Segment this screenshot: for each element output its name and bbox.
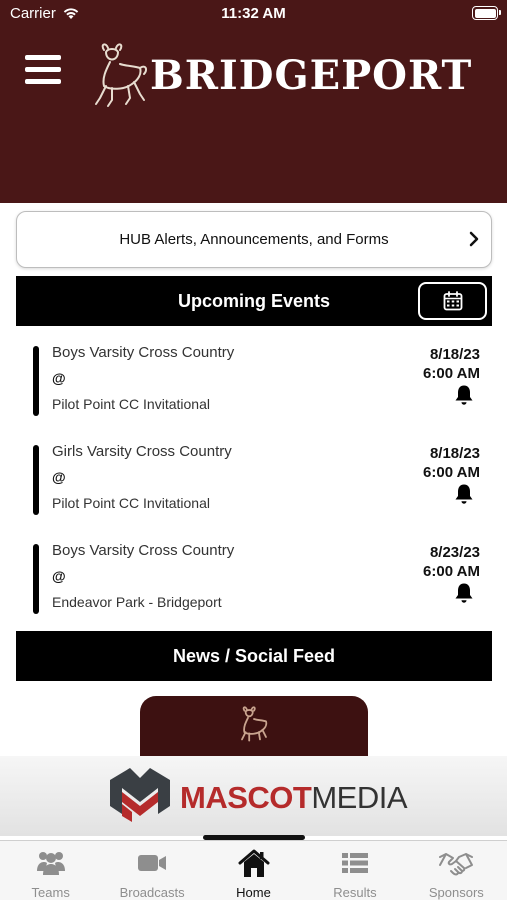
upcoming-events-title: Upcoming Events (177, 290, 331, 311)
hub-alerts-label: HUB Alerts, Announcements, and Forms (119, 231, 389, 248)
tab-broadcasts[interactable]: Broadcasts (101, 841, 202, 900)
tab-teams[interactable]: Teams (0, 841, 101, 900)
event-time: 6:00 AM (423, 563, 480, 580)
event-location: Pilot Point CC Invitational (52, 495, 210, 511)
event-time: 6:00 AM (423, 365, 480, 382)
bottom-tab-bar: Teams Broadcasts Home Results Sponsors (0, 840, 507, 900)
tab-results[interactable]: Results (304, 841, 405, 900)
hub-alerts-button[interactable]: HUB Alerts, Announcements, and Forms (16, 211, 492, 268)
school-title: BRIDGEPORT (150, 52, 473, 99)
users-icon (36, 852, 65, 875)
mascot-word: MASCOT (180, 780, 312, 815)
list-icon (341, 853, 368, 873)
bell-icon[interactable] (454, 483, 474, 505)
event-marker (33, 544, 39, 614)
status-time: 11:32 AM (221, 5, 286, 22)
event-at: @ (52, 568, 66, 584)
news-feed-header: News / Social Feed (16, 631, 492, 681)
event-date: 8/18/23 (429, 445, 480, 462)
event-time: 6:00 AM (423, 464, 480, 481)
bell-icon[interactable] (454, 582, 474, 604)
event-name: Boys Varsity Cross Country (52, 542, 235, 559)
event-location: Pilot Point CC Invitational (52, 396, 210, 412)
event-item[interactable]: Girls Varsity Cross Country @ Pilot Poin… (16, 439, 492, 529)
battery-icon (472, 6, 501, 20)
bull-mascot-logo (241, 706, 268, 742)
event-marker (33, 445, 39, 515)
app-header: Carrier 11:32 AM BRIDGEPORT (0, 0, 507, 203)
event-name: Boys Varsity Cross Country (52, 344, 235, 361)
sponsor-banner[interactable]: MASCOTMEDIA (0, 756, 507, 836)
news-feed-title: News / Social Feed (172, 645, 336, 666)
media-word: MEDIA (311, 780, 408, 815)
mascot-media-logo-icon (110, 768, 170, 822)
tab-label: Broadcasts (119, 885, 185, 900)
event-marker (33, 346, 39, 416)
mascot-media-wordmark: MASCOTMEDIA (180, 780, 408, 816)
tab-label: Sponsors (428, 885, 484, 900)
tab-label: Teams (31, 885, 70, 900)
tab-label: Results (333, 885, 377, 900)
status-bar: Carrier 11:32 AM (0, 0, 507, 28)
upcoming-events-header: Upcoming Events (16, 276, 492, 326)
calendar-icon (443, 291, 462, 311)
hamburger-menu-icon[interactable] (25, 55, 61, 85)
event-date: 8/18/23 (429, 346, 480, 363)
tab-label: Home (236, 885, 271, 900)
event-at: @ (52, 370, 66, 386)
tab-sponsors[interactable]: Sponsors (406, 841, 507, 900)
event-name: Girls Varsity Cross Country (52, 443, 232, 460)
event-date: 8/23/23 (429, 544, 480, 561)
event-item[interactable]: Boys Varsity Cross Country @ Endeavor Pa… (16, 538, 492, 628)
event-at: @ (52, 469, 66, 485)
bell-icon[interactable] (454, 384, 474, 406)
event-location: Endeavor Park - Bridgeport (52, 594, 222, 610)
event-item[interactable]: Boys Varsity Cross Country @ Pilot Point… (16, 340, 492, 430)
tab-home[interactable]: Home (203, 841, 304, 900)
handshake-icon (439, 853, 474, 876)
video-camera-icon (138, 855, 167, 871)
chevron-right-icon (469, 231, 479, 247)
home-icon (238, 849, 270, 877)
bull-mascot-logo (95, 43, 148, 107)
calendar-button[interactable] (418, 282, 487, 320)
